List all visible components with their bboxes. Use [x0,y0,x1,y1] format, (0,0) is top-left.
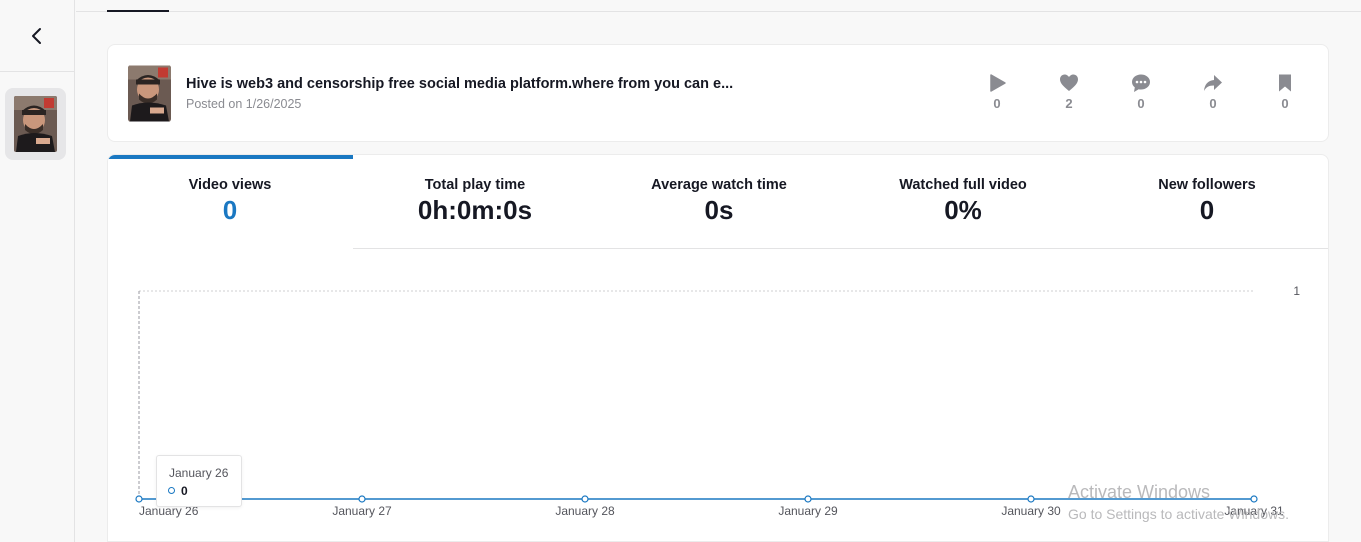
stat-saves: 0 [1270,73,1300,111]
chevron-left-icon [32,27,41,44]
data-point [358,495,366,503]
share-icon [1204,75,1222,91]
x-tick-label: January 27 [332,504,392,518]
tooltip-value: 0 [181,484,188,498]
x-tick-label: January 28 [555,504,615,518]
stat-likes-value: 2 [1065,96,1073,111]
stat-shares-value: 0 [1209,96,1217,111]
tab-total-play-time[interactable]: Total play time 0h:0m:0s [353,155,597,249]
post-date: Posted on 1/26/2025 [186,97,302,111]
tab-average-watch-time-label: Average watch time [651,177,787,193]
tab-video-views-value: 0 [222,195,238,225]
x-tick-label: January 30 [1001,504,1061,518]
stat-plays: 0 [982,73,1012,111]
tooltip-series-marker [168,487,175,494]
tab-watched-full-video-value: 0% [944,195,982,225]
bookmark-icon [1279,74,1291,92]
stat-saves-value: 0 [1281,96,1289,111]
tab-new-followers-value: 0 [1199,195,1215,225]
tab-watched-full-video-label: Watched full video [899,177,1027,193]
sidebar [0,0,75,542]
stat-comments: 0 [1126,73,1156,111]
stat-shares: 0 [1198,73,1228,111]
top-tab-strip [76,0,1361,12]
data-point [581,495,589,503]
stat-plays-value: 0 [993,96,1001,111]
top-tab-indicator [107,10,169,12]
tooltip-date: January 26 [169,466,229,480]
video-thumbnail-image [14,96,57,152]
play-icon [990,74,1006,92]
views-line-chart: 1 January 26 January 27 January 28 January 2… [135,284,1300,518]
tab-new-followers-label: New followers [1158,177,1256,193]
chart-tooltip: January 26 0 [156,455,242,507]
data-point [804,495,812,503]
tab-watched-full-video[interactable]: Watched full video 0% [841,155,1085,249]
tab-total-play-time-value: 0h:0m:0s [417,195,533,225]
tab-video-views-label: Video views [188,177,272,193]
stat-comments-value: 0 [1137,96,1145,111]
stat-likes: 2 [1054,73,1084,111]
data-point [1027,495,1035,503]
y-tick-label: 1 [1293,284,1300,298]
tab-average-watch-time[interactable]: Average watch time 0s [597,155,841,249]
data-point [135,495,143,503]
tab-total-play-time-label: Total play time [424,177,526,193]
post-title: Hive is web3 and censorship free social … [186,76,734,92]
tab-new-followers[interactable]: New followers 0 [1085,155,1328,249]
post-card: Hive is web3 and censorship free social … [107,44,1329,142]
tab-average-watch-time-value: 0s [704,195,734,225]
x-tick-label: January 29 [778,504,838,518]
metric-tabs: Video views 0 Total play time 0h:0m:0s A… [108,155,1328,249]
x-tick-label: January 31 [1224,504,1284,518]
heart-icon [1060,74,1078,91]
active-tab-indicator [108,155,353,159]
analytics-card: Video views 0 Total play time 0h:0m:0s A… [107,154,1329,542]
tab-video-views[interactable]: Video views 0 [108,155,352,249]
data-point [1250,495,1258,503]
video-thumbnail-selected[interactable] [5,88,66,160]
post-thumbnail[interactable] [128,65,171,122]
back-button[interactable] [0,0,74,72]
comment-icon [1132,74,1150,92]
